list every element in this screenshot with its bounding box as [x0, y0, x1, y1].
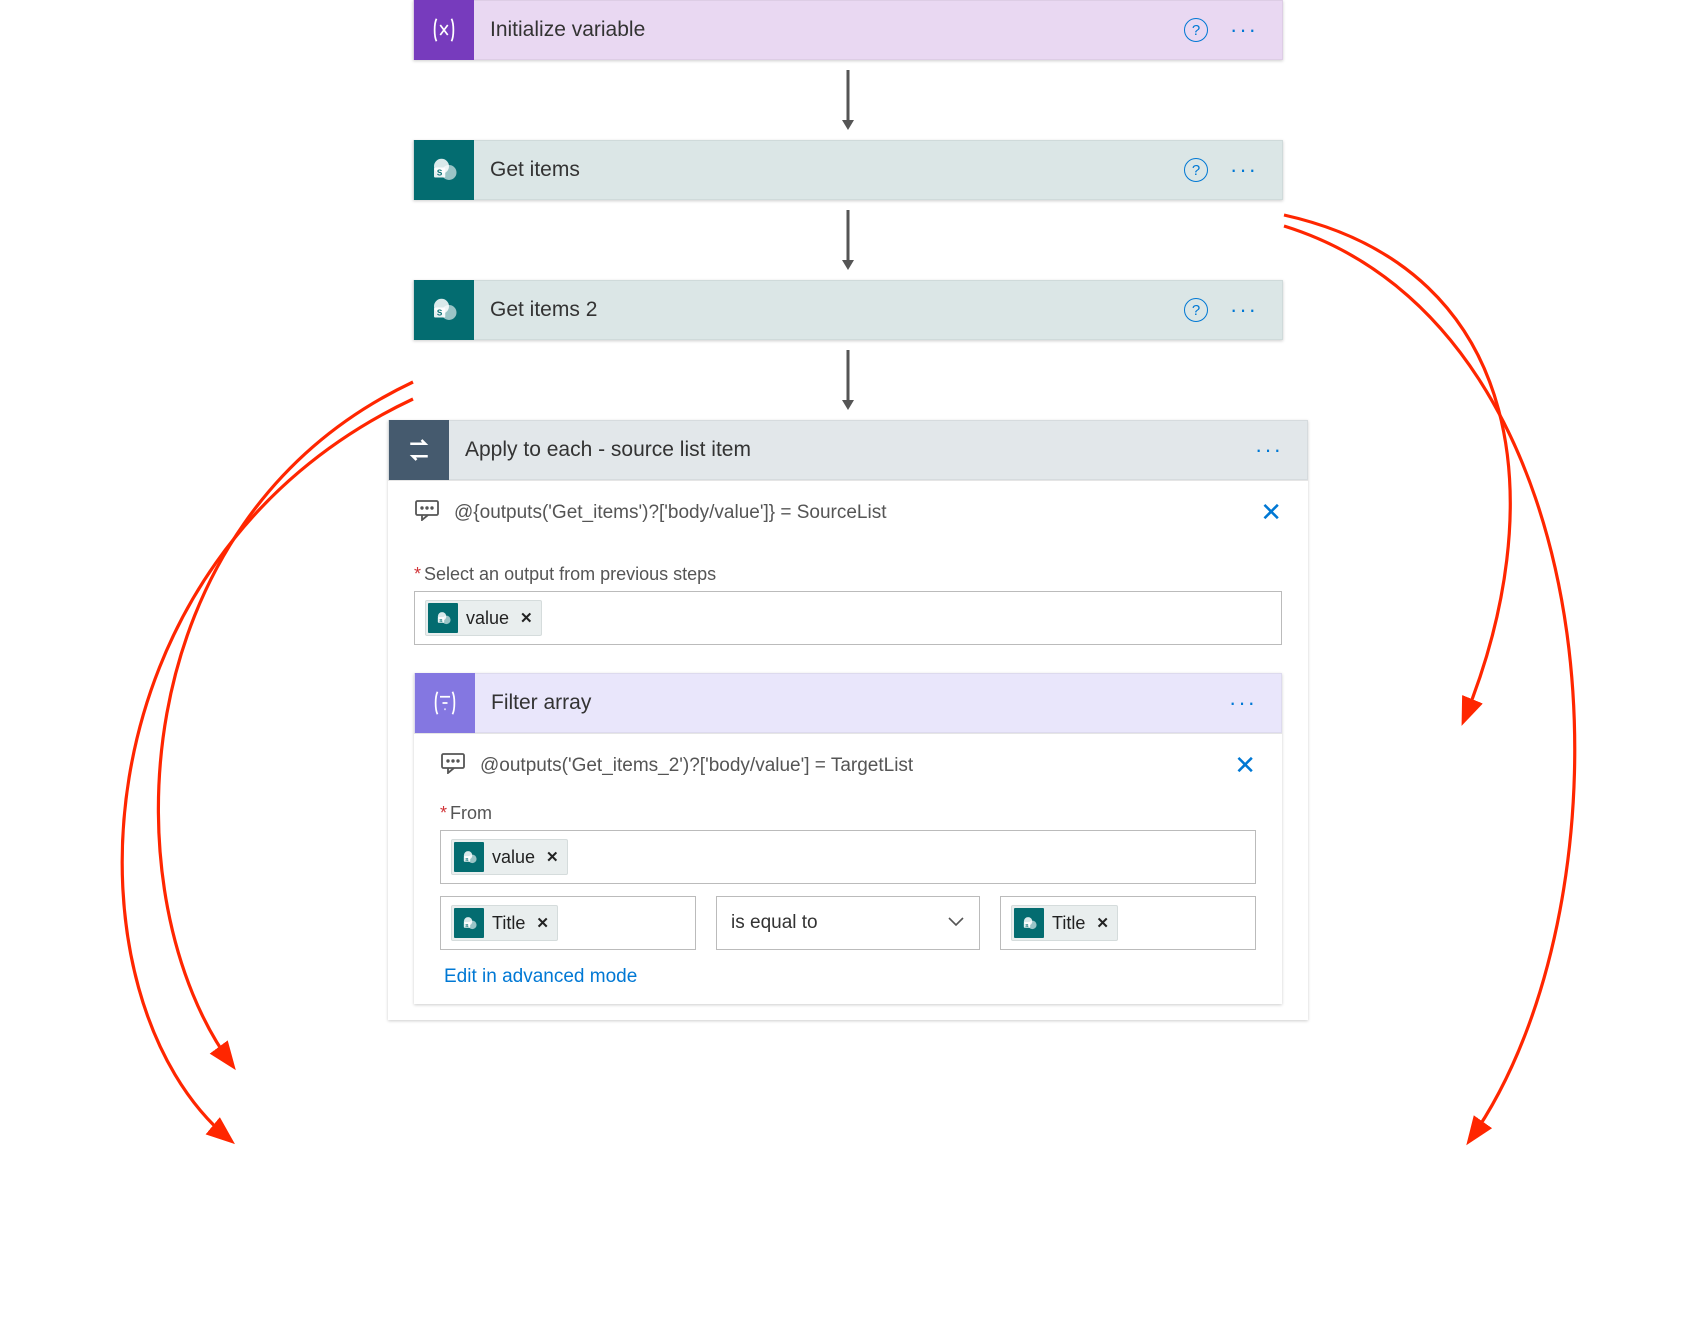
token-title[interactable]: S Title ✕	[1011, 905, 1118, 941]
token-value[interactable]: S value ✕	[425, 600, 542, 636]
token-value[interactable]: S value ✕	[451, 839, 568, 875]
token-remove-icon[interactable]: ✕	[546, 848, 559, 866]
more-icon[interactable]: ···	[1230, 297, 1258, 323]
comment-text: @outputs('Get_items_2')?['body/value'] =…	[480, 755, 1220, 777]
step-initialize-variable[interactable]: Initialize variable ? ···	[413, 0, 1283, 60]
field-label: * From	[440, 803, 1256, 824]
step-filter-array[interactable]: Filter array ··· @outputs('Get_items_2')…	[414, 673, 1282, 1004]
sharepoint-icon: S	[454, 842, 484, 872]
step-get-items-2[interactable]: S Get items 2 ? ···	[413, 280, 1283, 340]
token-remove-icon[interactable]: ✕	[536, 914, 549, 932]
condition-operator-select[interactable]: is equal to	[716, 896, 980, 950]
step-title: Filter array	[475, 691, 1229, 715]
help-icon[interactable]: ?	[1184, 18, 1208, 42]
more-icon[interactable]: ···	[1230, 157, 1258, 183]
more-icon[interactable]: ···	[1255, 437, 1283, 463]
variable-icon	[414, 0, 474, 60]
token-title[interactable]: S Title ✕	[451, 905, 558, 941]
comment-row: @outputs('Get_items_2')?['body/value'] =…	[414, 734, 1282, 789]
help-icon[interactable]: ?	[1184, 298, 1208, 322]
condition-left-input[interactable]: S Title ✕	[440, 896, 696, 950]
chevron-down-icon	[947, 912, 965, 934]
connector-arrow	[0, 340, 1696, 420]
select-output-input[interactable]: S value ✕	[414, 591, 1282, 645]
connector-arrow	[0, 60, 1696, 140]
step-title: Initialize variable	[474, 18, 1184, 42]
more-icon[interactable]: ···	[1229, 690, 1257, 716]
token-remove-icon[interactable]: ✕	[1096, 914, 1109, 932]
token-remove-icon[interactable]: ✕	[520, 609, 533, 627]
more-icon[interactable]: ···	[1230, 17, 1258, 43]
sharepoint-icon: S	[414, 140, 474, 200]
step-title: Get items 2	[474, 298, 1184, 322]
filter-icon	[415, 673, 475, 733]
loop-icon	[389, 420, 449, 480]
comment-text: @{outputs('Get_items')?['body/value']} =…	[454, 502, 1246, 524]
field-label: * Select an output from previous steps	[414, 564, 1282, 585]
step-title: Get items	[474, 158, 1184, 182]
sharepoint-icon: S	[1014, 908, 1044, 938]
comment-icon	[414, 499, 440, 526]
step-apply-to-each[interactable]: Apply to each - source list item ··· @{o…	[388, 420, 1308, 1020]
svg-text:S: S	[437, 309, 443, 318]
close-icon[interactable]: ✕	[1234, 750, 1256, 781]
condition-right-input[interactable]: S Title ✕	[1000, 896, 1256, 950]
sharepoint-icon: S	[414, 280, 474, 340]
comment-icon	[440, 752, 466, 779]
close-icon[interactable]: ✕	[1260, 497, 1282, 528]
sharepoint-icon: S	[428, 603, 458, 633]
edit-advanced-link[interactable]: Edit in advanced mode	[440, 950, 1256, 988]
svg-text:S: S	[437, 169, 443, 178]
from-input[interactable]: S value ✕	[440, 830, 1256, 884]
sharepoint-icon: S	[454, 908, 484, 938]
connector-arrow	[0, 200, 1696, 280]
step-title: Apply to each - source list item	[449, 438, 1255, 462]
help-icon[interactable]: ?	[1184, 158, 1208, 182]
comment-row: @{outputs('Get_items')?['body/value']} =…	[388, 481, 1308, 536]
step-get-items[interactable]: S Get items ? ···	[413, 140, 1283, 200]
